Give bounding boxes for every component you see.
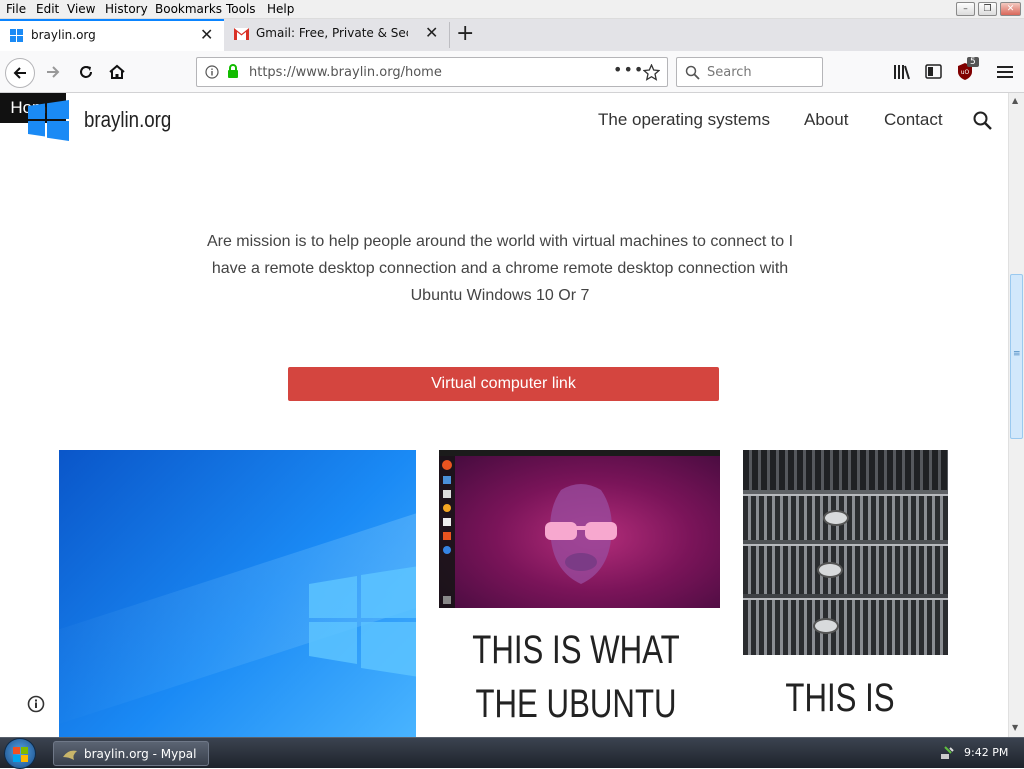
start-button[interactable] bbox=[4, 738, 36, 769]
server-unit-2 bbox=[743, 544, 948, 594]
dock-files-icon bbox=[443, 490, 451, 498]
mypal-app-icon bbox=[63, 750, 77, 760]
search-placeholder: Search bbox=[707, 65, 752, 80]
menu-history[interactable]: History bbox=[105, 2, 148, 16]
dock-apps-grid-icon bbox=[443, 596, 451, 604]
tab-braylin[interactable]: braylin.org ✕ bbox=[0, 19, 224, 51]
gorilla-mascot-icon bbox=[545, 484, 617, 584]
ublock-badge: 5 bbox=[967, 57, 979, 67]
hamburger-menu-icon[interactable] bbox=[997, 65, 1013, 79]
site-header: braylin.org Home The operating systems A… bbox=[0, 93, 1008, 149]
site-logo-text[interactable]: braylin.org bbox=[84, 107, 171, 133]
windows-logo-icon[interactable] bbox=[28, 100, 69, 141]
windows-logo-glow-icon bbox=[309, 566, 416, 677]
ubuntu-desktop-image[interactable] bbox=[439, 450, 720, 608]
virtual-computer-link-button[interactable]: Virtual computer link bbox=[288, 367, 719, 401]
bookmark-star-icon[interactable] bbox=[643, 64, 660, 81]
menu-view[interactable]: View bbox=[67, 2, 95, 16]
network-tray-icon[interactable] bbox=[939, 745, 955, 761]
windows-favicon-icon bbox=[10, 29, 23, 42]
tab-divider bbox=[449, 22, 450, 48]
tab-gmail[interactable]: Gmail: Free, Private & Secure Em ✕ bbox=[225, 19, 447, 51]
dock-software-icon bbox=[443, 532, 451, 540]
grip-icon: ≡ bbox=[1013, 349, 1021, 359]
system-clock[interactable]: 9:42 PM bbox=[964, 746, 1008, 759]
svg-text:uO: uO bbox=[961, 69, 970, 76]
lock-icon[interactable] bbox=[227, 64, 239, 79]
search-bar[interactable]: Search bbox=[676, 57, 823, 87]
nav-link-contact[interactable]: Contact bbox=[884, 110, 943, 130]
rack-top bbox=[743, 450, 948, 490]
info-icon[interactable] bbox=[205, 65, 219, 79]
dell-badge-icon bbox=[823, 510, 849, 526]
tab-label: braylin.org bbox=[31, 28, 96, 42]
back-button[interactable] bbox=[5, 58, 35, 88]
home-button[interactable] bbox=[103, 58, 131, 86]
nav-link-operating-systems[interactable]: The operating systems bbox=[598, 110, 770, 130]
ubuntu-dock bbox=[439, 456, 455, 608]
sidebar-icon[interactable] bbox=[925, 64, 942, 79]
scrollbar-thumb[interactable]: ≡ bbox=[1010, 274, 1023, 439]
dell-badge-icon bbox=[817, 562, 843, 578]
dock-mail-icon bbox=[443, 476, 451, 484]
scroll-down-arrow-icon[interactable]: ▼ bbox=[1012, 723, 1018, 732]
search-icon bbox=[685, 65, 700, 80]
reload-icon bbox=[80, 66, 92, 78]
home-icon bbox=[109, 64, 125, 79]
menu-edit[interactable]: Edit bbox=[36, 2, 59, 16]
menu-bar: File Edit View History Bookmarks Tools H… bbox=[0, 0, 1024, 19]
ubuntu-card-title: THIS IS WHAT THE UBUNTU SERVER bbox=[472, 628, 680, 737]
dell-badge-icon bbox=[813, 618, 839, 634]
close-window-button[interactable]: ✕ bbox=[1000, 2, 1021, 16]
server-unit-3 bbox=[743, 598, 948, 655]
url-bar[interactable]: https://www.braylin.org/home ••• bbox=[196, 57, 668, 87]
navigation-toolbar: https://www.braylin.org/home ••• Search … bbox=[0, 51, 1024, 93]
vertical-scrollbar[interactable]: ▲ ≡ ▼ bbox=[1008, 93, 1024, 737]
menu-file[interactable]: File bbox=[6, 2, 26, 16]
new-tab-button[interactable]: + bbox=[456, 21, 474, 46]
arrow-right-icon bbox=[47, 66, 60, 78]
url-text[interactable]: https://www.braylin.org/home bbox=[249, 65, 442, 80]
menu-tools[interactable]: Tools bbox=[226, 2, 256, 16]
server-unit-1 bbox=[743, 494, 948, 540]
ublock-button[interactable]: uO 5 bbox=[957, 57, 979, 81]
ubuntu-top-bar bbox=[439, 450, 720, 456]
dock-help-icon bbox=[443, 546, 451, 554]
library-icon[interactable] bbox=[893, 64, 911, 80]
arrow-left-icon bbox=[13, 67, 26, 79]
tab-strip: braylin.org ✕ Gmail: Free, Private & Sec… bbox=[0, 19, 1024, 51]
windows-10-image[interactable] bbox=[59, 450, 416, 737]
privacy-info-icon[interactable] bbox=[27, 695, 45, 713]
tab-label: Gmail: Free, Private & Secure Em bbox=[256, 26, 408, 40]
menu-bookmarks[interactable]: Bookmarks bbox=[155, 2, 222, 16]
mission-text: Are mission is to help people around the… bbox=[206, 233, 794, 304]
server-rack-image[interactable] bbox=[743, 450, 948, 655]
minimize-button[interactable]: – bbox=[956, 2, 975, 16]
windows-taskbar: braylin.org - Mypal 9:42 PM bbox=[0, 737, 1024, 769]
maximize-button[interactable]: ❐ bbox=[978, 2, 997, 16]
forward-button[interactable] bbox=[39, 58, 67, 86]
web-page: WELCOME TO PROJECT REMOTE braylin.org Ho… bbox=[0, 93, 1008, 737]
scroll-up-arrow-icon[interactable]: ▲ bbox=[1012, 96, 1018, 105]
dock-writer-icon bbox=[443, 518, 451, 526]
site-search-icon[interactable] bbox=[973, 111, 992, 130]
menu-help[interactable]: Help bbox=[267, 2, 294, 16]
dock-firefox-icon bbox=[442, 460, 452, 470]
taskbar-item-label: braylin.org - Mypal bbox=[84, 746, 197, 761]
reload-button[interactable] bbox=[72, 58, 100, 86]
close-tab-icon[interactable]: ✕ bbox=[200, 25, 213, 44]
server-card-title: THIS IS ONE OF MY bbox=[752, 676, 927, 737]
nav-link-about[interactable]: About bbox=[804, 110, 848, 130]
taskbar-item-mypal[interactable]: braylin.org - Mypal bbox=[53, 741, 209, 766]
close-tab-icon[interactable]: ✕ bbox=[425, 23, 438, 42]
dock-music-icon bbox=[443, 504, 451, 512]
page-actions-icon[interactable]: ••• bbox=[613, 60, 644, 79]
windows-start-icon bbox=[13, 747, 28, 762]
gmail-favicon-icon bbox=[234, 28, 249, 40]
